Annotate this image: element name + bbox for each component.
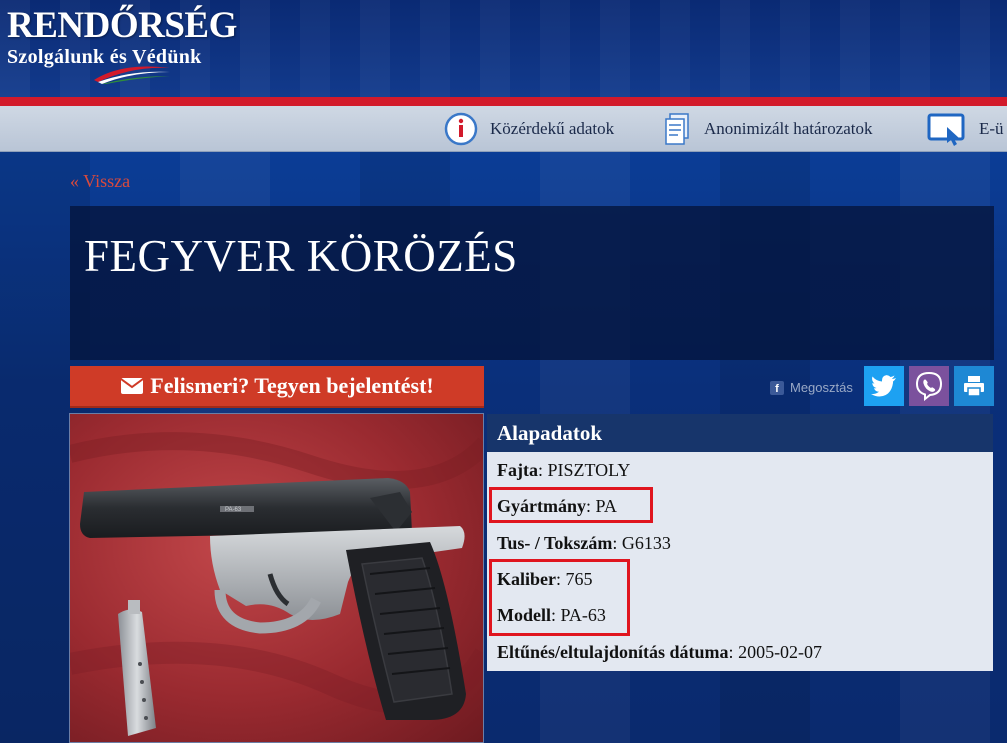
viber-icon [915, 371, 943, 401]
page-title: FEGYVER KÖRÖZÉS [84, 231, 518, 281]
site-header: RENDŐRSÉG Szolgálunk és Védünk [0, 0, 1007, 97]
info-icon [444, 112, 478, 146]
page-title-box: FEGYVER KÖRÖZÉS [70, 206, 994, 360]
nav-item-label: E-ü [979, 119, 1004, 138]
facebook-icon: f [770, 380, 784, 395]
detail-key: Fajta [497, 460, 538, 480]
detail-value: G6133 [621, 533, 671, 553]
flag-swoosh-icon [94, 66, 170, 84]
detail-key: Eltűnés/eltulajdonítás dátuma [497, 642, 729, 662]
nav-item-label: Anonimizált határozatok [704, 119, 873, 138]
nav-item-e-services[interactable]: E-ü [927, 106, 1004, 152]
details-heading: Alapadatok [487, 414, 993, 452]
weapon-photo[interactable]: PA-63 [69, 413, 484, 743]
report-button[interactable]: Felismeri? Tegyen bejelentést! [70, 366, 484, 408]
printer-icon [964, 376, 984, 397]
envelope-icon [120, 377, 144, 395]
document-icon [664, 112, 692, 146]
detail-row-serial: Tus- / Tokszám: G6133 [497, 533, 671, 553]
top-navigation: Közérdekű adatok Anonimizált határozatok… [0, 106, 1007, 152]
share-label: Megosztás [790, 380, 853, 395]
twitter-share-button[interactable] [864, 366, 904, 406]
detail-key: Tus- / Tokszám [497, 533, 613, 553]
detail-value: 2005-02-07 [738, 642, 823, 662]
header-red-band [0, 97, 1007, 106]
detail-value: PISZTOLY [547, 460, 631, 480]
slide-engraving: PA-63 [225, 507, 242, 513]
detail-row-date: Eltűnés/eltulajdonítás dátuma: 2005-02-0… [497, 642, 823, 662]
nav-item-label: Közérdekű adatok [490, 119, 615, 138]
facebook-share-button[interactable]: f Megosztás [770, 380, 853, 395]
highlight-box-manufacturer [489, 487, 653, 523]
nav-item-public-data[interactable]: Közérdekű adatok [444, 106, 614, 152]
highlight-box-caliber-model [489, 559, 630, 636]
report-button-label: Felismeri? Tegyen bejelentést! [150, 373, 434, 398]
nav-item-anonymized-decisions[interactable]: Anonimizált határozatok [664, 106, 873, 152]
print-button[interactable] [954, 366, 994, 406]
back-link[interactable]: « Vissza [70, 171, 130, 192]
twitter-icon [871, 375, 896, 397]
logo-title: RENDŐRSÉG [7, 5, 237, 46]
tablet-touch-icon [927, 111, 967, 147]
pistol-image: PA-63 [70, 432, 483, 736]
viber-share-button[interactable] [909, 366, 949, 406]
detail-row-type: Fajta: PISZTOLY [497, 460, 631, 480]
